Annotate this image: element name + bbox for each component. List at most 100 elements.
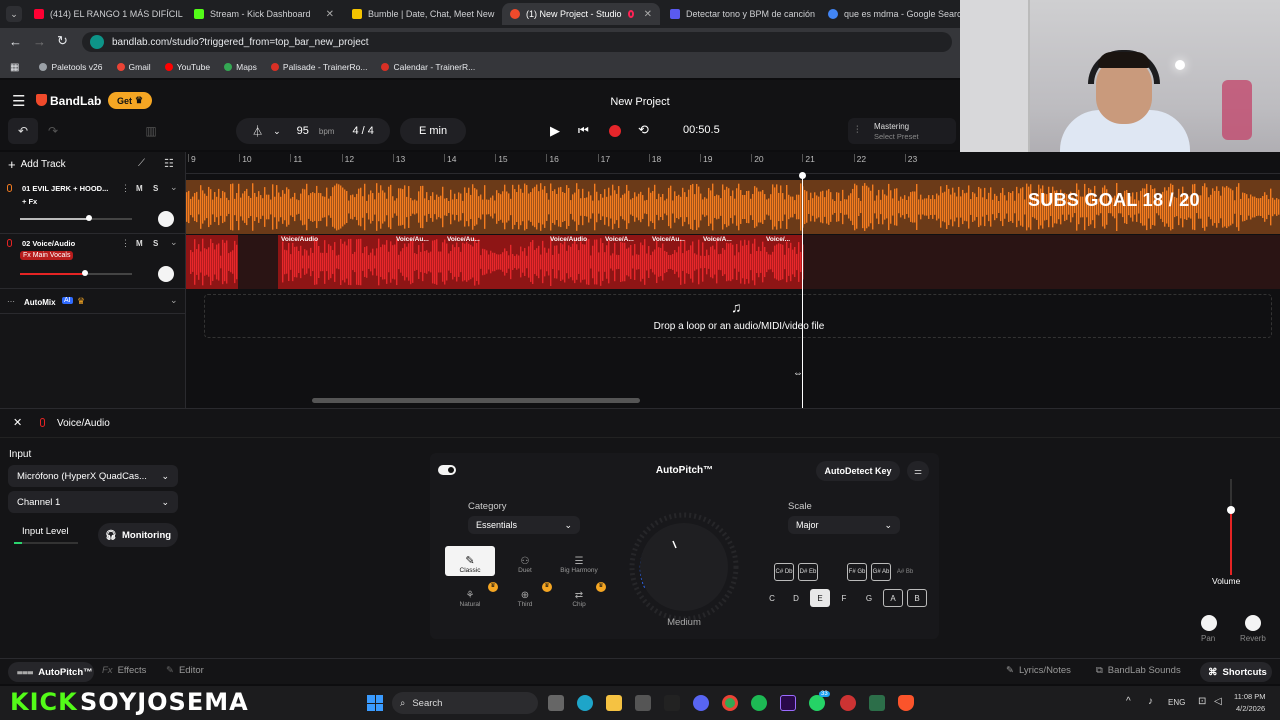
audio-region-waveform[interactable] xyxy=(186,235,1280,289)
volume-slider-thumb[interactable] xyxy=(81,270,88,276)
tuning-fork-icon[interactable]: ⟋ xyxy=(138,158,145,169)
language-indicator[interactable]: ENG xyxy=(1168,698,1185,707)
add-track-button[interactable]: + Add Track xyxy=(8,157,66,172)
browser-tab[interactable]: (414) EL RANGO 1 MÁS DIFÍCIL ✕ xyxy=(26,3,184,25)
bpm-value[interactable]: 95 xyxy=(297,125,309,137)
close-tab-icon[interactable]: ✕ xyxy=(644,9,652,20)
timeline[interactable]: 9 10 11 12 13 14 15 16 17 18 19 20 21 22 23 Voice/Audi… xyxy=(186,152,1280,408)
correction-knob[interactable] xyxy=(626,509,742,625)
browser-tab-active[interactable]: (1) New Project - Studio ✕ xyxy=(502,3,660,25)
pan-knob[interactable] xyxy=(158,211,174,227)
bandlab-sounds-button[interactable]: ⧉ BandLab Sounds xyxy=(1096,665,1181,676)
task-view-icon[interactable] xyxy=(548,695,564,711)
browser-tab[interactable]: Stream - Kick Dashboard ✕ xyxy=(186,3,342,25)
play-icon[interactable]: ▶ xyxy=(550,123,560,139)
automix-row[interactable]: ⋯ AutoMix AI ♛ ⌄ xyxy=(0,292,186,314)
chevron-down-icon[interactable]: ⌄ xyxy=(170,295,178,306)
bookmark[interactable]: Palisade - TrainerRo... xyxy=(270,62,367,72)
back-icon[interactable]: ← xyxy=(9,34,22,49)
track-name[interactable]: 02 Voice/Audio xyxy=(22,239,75,248)
discord-icon[interactable] xyxy=(693,695,709,711)
autodetect-key-button[interactable]: AutoDetect Key xyxy=(816,461,900,481)
brave-icon[interactable] xyxy=(898,695,914,711)
reverb-knob[interactable] xyxy=(1245,615,1261,631)
key-a[interactable]: A xyxy=(883,589,903,607)
tab-effects[interactable]: Fx Effects xyxy=(102,665,146,676)
address-bar[interactable]: bandlab.com/studio?triggered_from=top_ba… xyxy=(82,32,952,52)
store-icon[interactable] xyxy=(635,695,651,711)
track-more-icon[interactable]: ⋮ xyxy=(121,238,130,249)
horizontal-scrollbar[interactable] xyxy=(312,398,640,403)
forward-icon[interactable]: → xyxy=(33,34,46,49)
bookmark[interactable]: Paletools v26 xyxy=(39,62,103,72)
category-select[interactable]: Essentials ⌄ xyxy=(468,516,580,534)
taskbar-search[interactable]: ⌕ Search xyxy=(392,692,538,714)
key-d-sharp[interactable]: D# Eb xyxy=(798,563,818,581)
key-d[interactable]: D xyxy=(786,589,806,607)
site-info-icon[interactable] xyxy=(90,35,104,49)
pan-knob[interactable] xyxy=(1201,615,1217,631)
microphone-tray-icon[interactable]: ♪ xyxy=(1148,696,1153,707)
input-device-select[interactable]: Micrófono (HyperX QuadCas... ⌄ xyxy=(8,465,178,487)
tiktok-icon[interactable] xyxy=(664,695,680,711)
effect-big-harmony[interactable]: ☰ Big Harmony xyxy=(554,546,604,576)
bookmark[interactable]: Calendar - TrainerR... xyxy=(381,62,475,72)
drop-zone[interactable]: ♫ Drop a loop or an audio/MIDI/video fil… xyxy=(204,294,1272,338)
playhead-handle[interactable] xyxy=(799,172,806,179)
key-c[interactable]: C xyxy=(762,589,782,607)
browser-tab[interactable]: que es mdma - Google Search xyxy=(820,3,960,25)
key-g[interactable]: G xyxy=(859,589,879,607)
key-e[interactable]: E xyxy=(810,589,830,607)
bookmark[interactable]: YouTube xyxy=(164,62,210,72)
key-g-sharp[interactable]: G# Ab xyxy=(871,563,891,581)
clock-date[interactable]: 4/2/2026 xyxy=(1236,704,1265,713)
project-title[interactable]: New Project xyxy=(0,96,1280,108)
key-c-sharp[interactable]: C# Db xyxy=(774,563,794,581)
scale-select[interactable]: Major ⌄ xyxy=(788,516,900,534)
close-tab-icon[interactable]: ✕ xyxy=(326,9,334,20)
key-b[interactable]: B xyxy=(907,589,927,607)
volume-icon[interactable]: ◁ xyxy=(1214,696,1222,707)
key-selector[interactable]: E min xyxy=(400,118,466,144)
channel-select[interactable]: Channel 1 ⌄ xyxy=(8,491,178,513)
mixer-icon[interactable]: ☷ xyxy=(164,157,174,170)
bookmark[interactable]: Maps xyxy=(224,62,257,72)
file-explorer-icon[interactable] xyxy=(606,695,622,711)
apps-grid-icon[interactable]: ▦ xyxy=(10,62,19,73)
tab-editor[interactable]: ✎ Editor xyxy=(166,665,204,676)
mute-button[interactable]: M xyxy=(136,184,143,193)
whatsapp-icon[interactable] xyxy=(809,695,825,711)
time-signature[interactable]: 4 / 4 xyxy=(352,125,373,137)
tab-autopitch[interactable]: ⩶ AutoPitch™ xyxy=(8,662,94,682)
key-a-sharp[interactable]: A# Bb xyxy=(895,563,915,581)
key-f[interactable]: F xyxy=(834,589,854,607)
app-icon[interactable] xyxy=(869,695,885,711)
clock-time[interactable]: 11:08 PM xyxy=(1234,692,1266,701)
track-header[interactable]: 02 Voice/Audio ⋮ M S ⌄ Fx Main Vocals xyxy=(0,235,186,289)
monitoring-button[interactable]: 🎧︎ Monitoring xyxy=(98,523,178,547)
spotify-icon[interactable] xyxy=(751,695,767,711)
fx-badge[interactable]: Fx Main Vocals xyxy=(20,251,74,260)
volume-slider-thumb[interactable] xyxy=(86,215,93,221)
chevron-up-icon[interactable]: ^ xyxy=(1126,696,1131,707)
network-icon[interactable]: ⊡ xyxy=(1198,696,1206,707)
track-fx[interactable]: + Fx xyxy=(22,197,37,206)
lyrics-notes-button[interactable]: ✎ Lyrics/Notes xyxy=(1006,665,1071,676)
loop-icon[interactable]: ⟲ xyxy=(638,122,649,138)
track-name[interactable]: 01 EVIL JERK + HOOD... xyxy=(22,184,108,193)
piano-roll-icon[interactable]: ▥ xyxy=(140,118,162,144)
timeline-ruler[interactable]: 9 10 11 12 13 14 15 16 17 18 19 20 21 22 23 xyxy=(186,152,1280,174)
effect-duet[interactable]: ⚇ Duet xyxy=(500,546,550,576)
volume-fader-thumb[interactable] xyxy=(1227,506,1235,514)
chrome-icon[interactable] xyxy=(722,695,738,711)
mastering-button[interactable]: ⫶ Mastering Select Preset xyxy=(848,118,956,144)
plugin-settings-button[interactable]: ⚌ xyxy=(907,461,929,481)
chevron-down-icon[interactable]: ⌄ xyxy=(170,237,178,248)
app-icon[interactable] xyxy=(840,695,856,711)
effect-classic[interactable]: ✎ Classic xyxy=(445,546,495,576)
shortcuts-button[interactable]: ⌘ Shortcuts xyxy=(1200,662,1272,682)
rewind-icon[interactable]: ⏮ xyxy=(578,123,589,138)
browser-tab[interactable]: Bumble | Date, Chat, Meet New ✕ xyxy=(344,3,500,25)
premiere-icon[interactable] xyxy=(780,695,796,711)
redo-icon[interactable]: ↷ xyxy=(42,118,64,144)
